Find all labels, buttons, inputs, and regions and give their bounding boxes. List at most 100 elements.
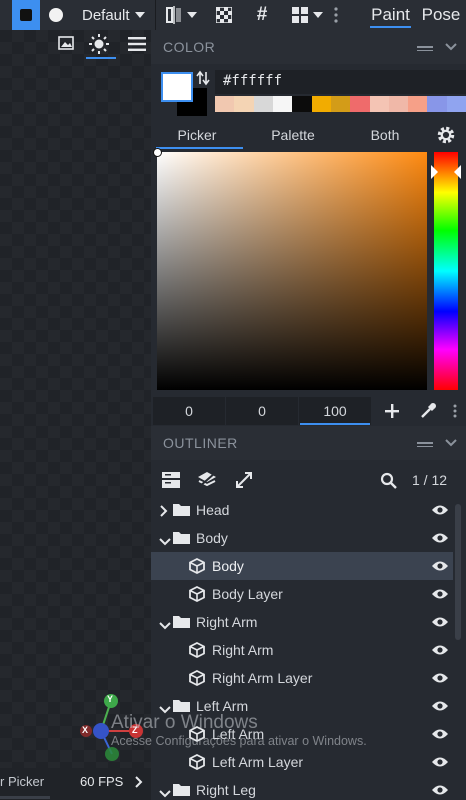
toolbar-more-button[interactable] [330,0,342,30]
outliner-group-row[interactable]: Head [151,496,453,524]
palette-swatch[interactable] [330,96,351,112]
outliner-group-row[interactable]: Right Leg [151,776,453,800]
outliner-group-row[interactable]: Right Arm [151,608,453,636]
outliner-row-label: Head [196,502,230,518]
outliner-panel-title: OUTLINER [163,435,238,451]
collapse-menu-icon[interactable] [417,442,433,447]
eye-icon[interactable] [431,615,449,631]
hue-slider-handle[interactable] [431,165,461,179]
plus-icon[interactable] [384,403,400,419]
chevron-down-icon[interactable] [159,533,171,549]
outliner-panel-header: OUTLINER [151,426,466,460]
swap-colors-icon[interactable] [196,70,210,86]
palette-swatch[interactable] [311,96,331,112]
folder-icon [173,531,190,547]
tab-picker[interactable]: Picker [151,122,243,150]
chevron-down-icon[interactable] [445,439,457,447]
layout-grid-icon [291,7,308,23]
outliner-cube-row[interactable]: Right Arm [151,636,453,664]
outliner-cube-row[interactable]: Right Arm Layer [151,664,453,692]
saturation-value-picker[interactable] [153,148,427,390]
chevron-right-icon[interactable] [135,776,143,788]
color-field-h-value: 0 [185,403,193,419]
eye-icon[interactable] [431,699,449,715]
palette-swatch[interactable] [253,96,273,112]
layers-icon[interactable] [197,471,217,489]
sv-picker-handle[interactable] [153,148,162,157]
tab-both[interactable]: Both [339,122,431,150]
hex-input[interactable]: #ffffff [215,70,466,94]
lighting-button[interactable] [88,33,114,59]
eye-icon[interactable] [431,643,449,659]
sun-icon [89,34,109,54]
more-vertical-icon[interactable] [453,404,457,418]
chevron-down-icon[interactable] [159,785,171,800]
chevron-down-icon[interactable] [159,617,171,633]
collapse-menu-icon[interactable] [417,46,433,51]
palette-swatch[interactable] [388,96,409,112]
search-icon[interactable] [380,472,397,489]
palette-swatch[interactable] [234,96,254,112]
viewport[interactable]: Y X Z [0,30,151,800]
palette-swatch[interactable] [408,96,428,112]
palette-swatch[interactable] [350,96,370,112]
gear-icon[interactable] [436,125,456,145]
outliner-row-label: Body Layer [212,586,283,602]
palette-swatch[interactable] [292,96,312,112]
palette-swatch[interactable] [427,96,447,112]
palette-swatch[interactable] [446,96,466,112]
tab-picker-label: Picker [177,127,217,143]
outliner-cube-row[interactable]: Body Layer [151,580,453,608]
mode-tab-pose[interactable]: Pose [418,0,464,30]
chevron-right-icon[interactable] [160,504,168,520]
color-panel-title: COLOR [163,39,216,55]
folder-icon [173,615,190,631]
eye-icon[interactable] [431,531,449,547]
eye-icon[interactable] [431,755,449,771]
tab-palette[interactable]: Palette [247,122,339,150]
outliner-row-label: Right Arm Layer [212,670,313,686]
sphere-select-button[interactable] [42,0,70,30]
eye-icon[interactable] [431,671,449,687]
watermark-subtitle: Acesse Configurações para ativar o Windo… [111,734,367,748]
image-icon [58,36,74,50]
box-select-button[interactable] [12,0,40,30]
cube-icon [189,669,205,689]
eyedropper-icon[interactable] [419,402,437,420]
primary-color-swatch-front[interactable] [161,72,193,102]
eye-icon[interactable] [431,503,449,519]
hue-slider[interactable] [431,152,461,390]
add-group-icon[interactable] [162,472,180,488]
palette-swatch[interactable] [369,96,389,112]
outliner-cube-row[interactable]: Body [151,552,453,580]
palette-swatch[interactable] [272,96,293,112]
circle-icon [49,8,63,22]
outliner-cube-row[interactable]: Left Arm Layer [151,748,453,776]
view-layout-button[interactable] [284,0,330,30]
viewport-menu-button[interactable] [128,37,146,51]
tab-palette-label: Palette [271,127,315,143]
folder-icon [173,783,190,799]
eye-icon[interactable] [431,783,449,799]
chevron-down-icon[interactable] [445,43,457,51]
image-view-button[interactable] [58,35,76,53]
mirror-button[interactable] [160,0,202,30]
outliner-group-row[interactable]: Body [151,524,453,552]
expand-arrows-icon[interactable] [235,471,253,489]
outliner-scrollbar[interactable] [455,504,461,640]
cube-icon [189,753,205,773]
checkerboard-button[interactable] [210,0,238,30]
active-field-underline [300,423,370,425]
palette-swatch[interactable] [215,96,235,112]
eye-icon[interactable] [431,587,449,603]
color-field-h[interactable]: 0 [153,397,225,425]
chevron-down-icon [134,12,145,18]
eye-icon[interactable] [431,559,449,575]
color-field-v[interactable]: 100 [299,397,371,425]
color-field-s[interactable]: 0 [226,397,298,425]
hex-input-value: #ffffff [223,73,283,89]
cube-icon [189,641,205,661]
grid-button[interactable]: # [248,0,276,30]
layout-select[interactable]: Default [76,0,150,30]
eye-icon[interactable] [431,727,449,743]
